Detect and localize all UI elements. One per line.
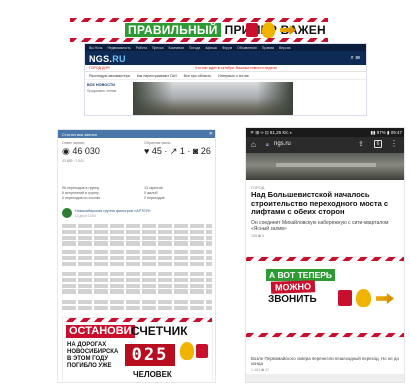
nav-item[interactable]: Работа (136, 46, 147, 50)
next-article-title[interactable]: Возле Первомайского сквера перенесли пеш… (251, 356, 401, 366)
site-header: NGS.RU ⌕ ☰ (85, 51, 366, 65)
reach-value: ◉ 46 030 (62, 146, 100, 156)
site-top-nav: Вы Ночь Недвижимость Работа Пресса Компа… (85, 44, 366, 51)
ad-red-text: МОЖНО (270, 280, 316, 294)
nav-item[interactable]: Правим (262, 46, 274, 50)
banner-stripe-top (70, 18, 328, 22)
counter-word: СЧЕТЧИК (131, 324, 188, 338)
stop-label: ОСТАНОВИ (66, 325, 135, 338)
ad-green-text: А ВОТ ТЕПЕРЬ (266, 269, 336, 281)
post-paragraph (62, 300, 212, 312)
coat-of-arms-icon (338, 290, 352, 306)
nav-item[interactable]: Вы Ночь (89, 46, 102, 50)
death-counter: 025 (125, 344, 175, 366)
vk-stat-list: 96 переходов в группу 6 вступлений в гру… (62, 186, 213, 202)
status-left: ᯤ ⊞ ∞ ⊡ 81,26 К/с ◐ (250, 130, 293, 135)
stat-line: 2 переходов (144, 196, 165, 200)
sidebar-heading[interactable]: ВСЕ НОВОСТИ (87, 83, 131, 87)
post-header: Новосибирская группа фильтров «АРТЕЯ» 12… (62, 208, 213, 220)
call-ad-image[interactable]: А ВОТ ТЕПЕРЬ МОЖНО ЗВОНИТЬ (246, 256, 404, 338)
nav-item[interactable]: Пресса (152, 46, 164, 50)
lock-icon: 🔒︎ (266, 142, 269, 148)
site-screenshot: Вы Ночь Недвижимость Работа Пресса Компа… (84, 43, 367, 116)
banner-rest-text: ПРИМЕР ВАЖЕН (224, 23, 326, 37)
strip-mid-link[interactable]: Что нас ждет в октябре. Важные новости н… (195, 66, 277, 70)
next-article-photo[interactable] (246, 374, 404, 382)
site-tab[interactable]: Интервью о Алтае (218, 74, 249, 78)
emblem-icon (180, 342, 194, 360)
vk-header: Статистика записи ✕ (58, 130, 215, 138)
ad-stripe-bottom (246, 333, 404, 337)
site-tab[interactable]: Все про область (184, 74, 211, 78)
counter-ad-image[interactable]: ОСТАНОВИ СЧЕТЧИК НА ДОРОГАХ НОВОСИБИРСКА… (62, 317, 213, 382)
post-paragraph (62, 224, 212, 247)
coat-of-arms-icon (196, 344, 208, 358)
site-strip: ГОРОД ДНЯ Что нас ждет в октябре. Важные… (85, 65, 366, 72)
reach-label: Охват записи (62, 141, 85, 145)
logo-suffix: RU (112, 54, 126, 64)
site-sidebar: ВСЕ НОВОСТИ Продолжить чтение (87, 83, 131, 115)
post-time: 12 дек в 10:05 (75, 214, 96, 218)
nav-item[interactable]: Форум (222, 46, 232, 50)
home-icon[interactable]: ⌂ (251, 140, 256, 149)
avatar[interactable] (62, 208, 72, 218)
mobile-screenshot: ᯤ ⊞ ∞ ⊡ 81,26 К/с ◐ ▮▮ 97% ▮ 09:47 ⌂ 🔒︎ … (245, 127, 405, 383)
article-lead: Он соединит Михайловскую набережную с си… (251, 220, 389, 232)
nav-item[interactable]: Погода (189, 46, 200, 50)
banner-stripe-bottom (70, 38, 328, 42)
people-word: ЧЕЛОВЕК (133, 370, 172, 379)
article-title[interactable]: Над Большевистской началось строительств… (251, 190, 401, 217)
feedback-column: Обратная связь ♥ 45 · ↗ 1 · ◙ 26 (144, 141, 211, 157)
post-paragraph (62, 272, 212, 295)
reach-column: Охват записи ◉ 46 030 43 889 · 2 041 (62, 141, 100, 163)
feedback-value: ♥ 45 · ↗ 1 · ◙ 26 (144, 146, 211, 156)
nav-item[interactable]: Объявления (237, 46, 257, 50)
status-right: ▮▮ 97% ▮ 09:47 (370, 130, 402, 135)
arrow-icon (376, 293, 394, 304)
roads-text: НА ДОРОГАХ НОВОСИБИРСКА В ЭТОМ ГОДУ ПОГИ… (67, 342, 119, 369)
emblem-icon (356, 289, 371, 307)
nav-item[interactable]: Компании (168, 46, 184, 50)
article-photo[interactable] (246, 153, 404, 180)
site-tab[interactable]: Расследую автомастера (89, 74, 130, 78)
emblem-icon (262, 22, 275, 38)
strip-left-label[interactable]: ГОРОД ДНЯ (89, 66, 110, 70)
share-icon[interactable]: ⇪ (358, 140, 364, 148)
site-hero-photo[interactable] (133, 82, 293, 115)
browser-url-bar: ⌂ 🔒︎ ngs.ru ⇪ 6 ⋮ (246, 137, 404, 153)
counter-stripe (63, 318, 212, 322)
stat-line: 0 переходов по ссылке (62, 196, 101, 200)
site-logo[interactable]: NGS.RU (89, 54, 126, 64)
vk-header-title: Статистика записи (62, 132, 97, 137)
ad-stripe-top (246, 257, 404, 261)
ad-black-text: ЗВОНИТЬ (268, 294, 317, 305)
vk-stats: Охват записи ◉ 46 030 43 889 · 2 041 Обр… (62, 141, 213, 181)
site-tab[interactable]: Как перестраивают ГАИ (137, 74, 177, 78)
nav-item[interactable]: Недвижимость (107, 46, 130, 50)
post-author[interactable]: Новосибирская группа фильтров «АРТЕЯ» (75, 209, 151, 213)
article-meta: 288 ◙ 6 (251, 234, 264, 238)
site-tabs: Расследую автомастера Как перестраивают … (85, 72, 366, 80)
status-bar: ᯤ ⊞ ∞ ⊡ 81,26 К/с ◐ ▮▮ 97% ▮ 09:47 (246, 128, 404, 137)
post-paragraph (62, 250, 212, 267)
sidebar-item[interactable]: Продолжить чтение (87, 89, 131, 93)
reach-sub: 43 889 · 2 041 (62, 159, 84, 163)
tabs-button[interactable]: 6 (374, 140, 382, 148)
address-field[interactable]: ngs.ru (274, 141, 291, 147)
feedback-label: Обратная связь (144, 141, 171, 145)
coat-of-arms-icon (246, 23, 258, 37)
search-menu-icons[interactable]: ⌕ ☰ (350, 55, 360, 62)
vk-stats-screenshot: Статистика записи ✕ Охват записи ◉ 46 03… (57, 129, 216, 383)
next-article-meta: 1 484 ◙ 47 (251, 368, 270, 372)
banner-green-text: ПРАВИЛЬНЫЙ (125, 23, 221, 37)
stat-list-right: 13 скрытий 0 жалоб 2 переходов (144, 186, 165, 201)
menu-icon[interactable]: ⋮ (390, 139, 398, 148)
close-icon[interactable]: ✕ (209, 131, 213, 137)
logo-main: NGS (89, 54, 110, 64)
nav-item[interactable]: Афиша (205, 46, 217, 50)
nav-item[interactable]: Версия (279, 46, 290, 50)
